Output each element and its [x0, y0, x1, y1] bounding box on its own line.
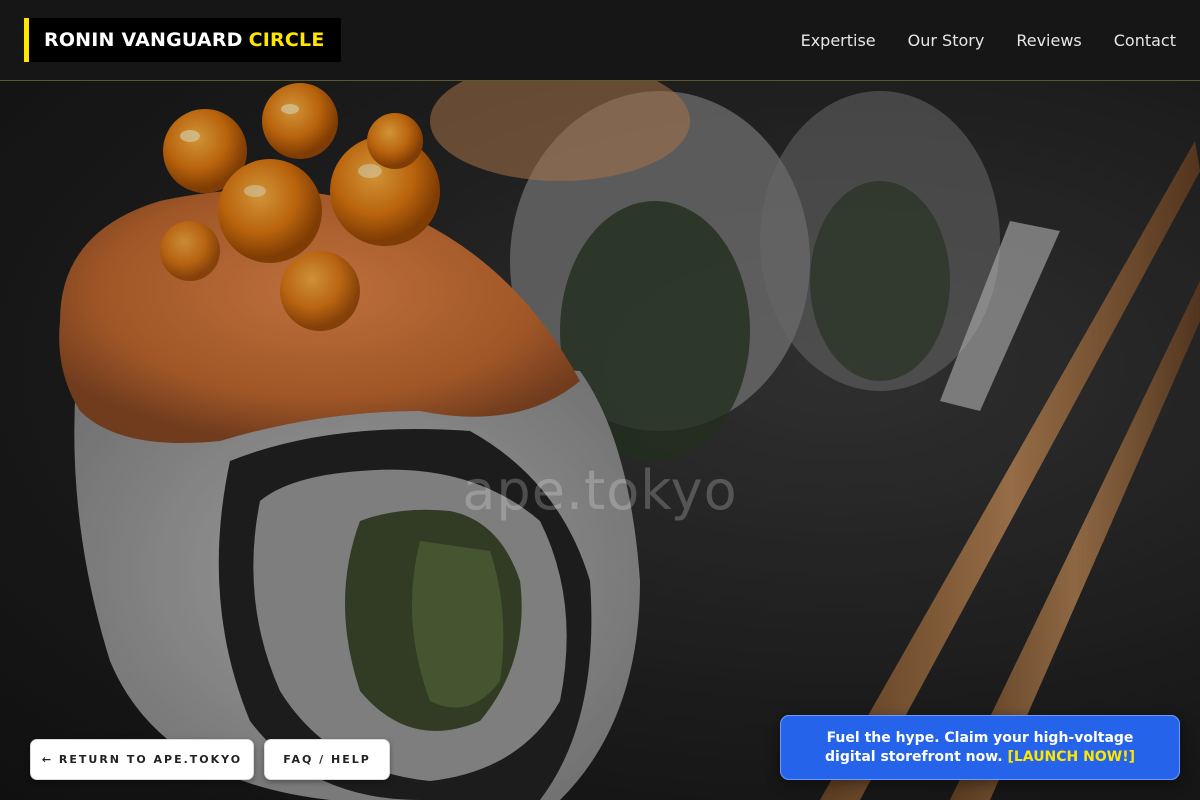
promo-banner[interactable]: Fuel the hype. Claim your high-voltage d…: [780, 715, 1180, 780]
site-header: RONIN VANGUARD CIRCLE Expertise Our Stor…: [0, 0, 1200, 81]
promo-cta[interactable]: [LAUNCH NOW!]: [1007, 749, 1135, 765]
hero-overlay: [0, 81, 1200, 800]
nav-link-reviews[interactable]: Reviews: [1016, 31, 1081, 50]
nav-link-contact[interactable]: Contact: [1114, 31, 1176, 50]
logo-main-text: RONIN VANGUARD: [44, 29, 243, 51]
promo-content: Fuel the hype. Claim your high-voltage d…: [821, 729, 1139, 767]
site-logo[interactable]: RONIN VANGUARD CIRCLE: [24, 18, 341, 62]
main-nav: Expertise Our Story Reviews Contact: [769, 31, 1176, 50]
hero-image: ape.tokyo: [0, 81, 1200, 800]
return-button[interactable]: ← RETURN TO APE.TOKYO: [30, 739, 254, 780]
nav-link-expertise[interactable]: Expertise: [801, 31, 876, 50]
watermark-text: ape.tokyo: [462, 459, 738, 522]
logo-accent-text: CIRCLE: [248, 29, 325, 51]
faq-help-button[interactable]: FAQ / HELP: [264, 739, 390, 780]
nav-link-our-story[interactable]: Our Story: [908, 31, 985, 50]
